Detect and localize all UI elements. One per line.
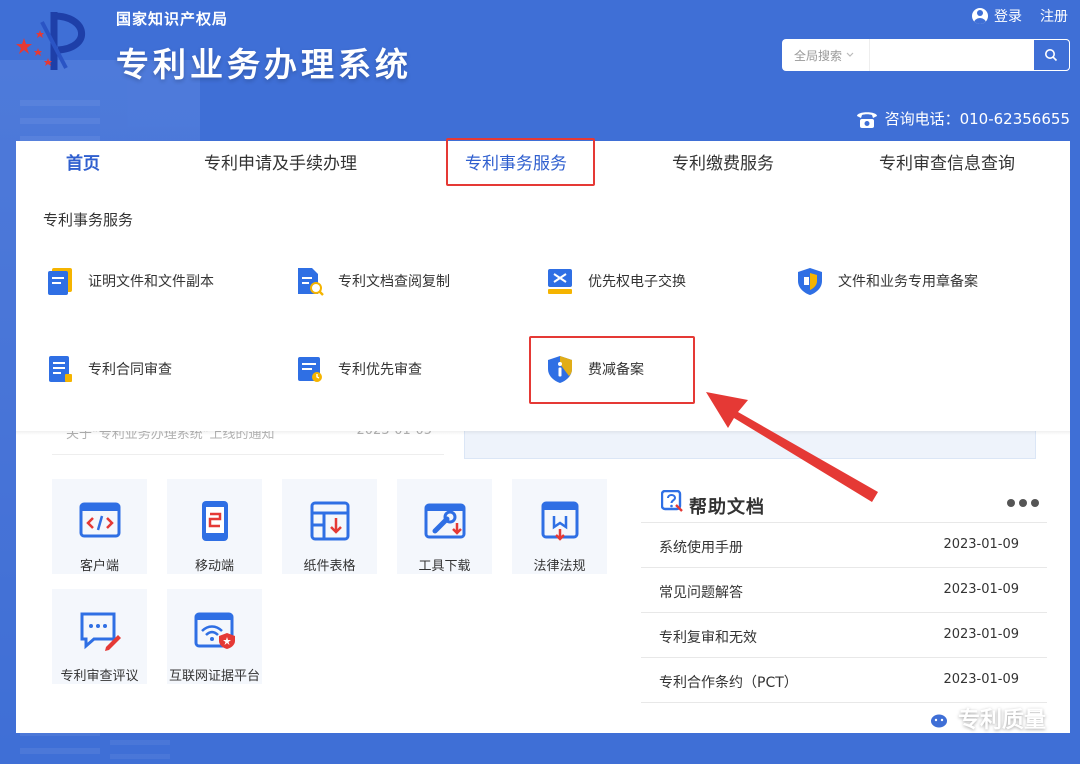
law-book-icon <box>541 501 578 541</box>
global-search: 全局搜索 <box>782 39 1070 71</box>
user-icon <box>972 8 988 24</box>
hotline: 咨询电话：010-62356655 <box>855 108 1070 129</box>
search-scope-select[interactable]: 全局搜索 <box>782 39 869 71</box>
help-row[interactable]: 专利复审和无效 2023-01-09 <box>641 613 1047 658</box>
tile-label: 专利审查评议 <box>60 669 139 684</box>
tile-review-feedback[interactable]: 专利审查评议 <box>52 589 147 684</box>
search-icon <box>1045 49 1058 62</box>
watermark-text: 专利质量 <box>957 708 1046 733</box>
tile-label: 纸件表格 <box>303 559 356 574</box>
help-docs-panel: 帮助文档 系统使用手册 2023-01-09 常见问题解答 2023-01-09… <box>641 479 1047 703</box>
help-title: 帮助文档 <box>689 497 765 518</box>
svc-label: 专利文档查阅复制 <box>338 274 450 290</box>
tile-tools-download[interactable]: 工具下载 <box>397 479 492 574</box>
service-dropdown: 首页 专利申请及手续办理 专利事务服务 专利缴费服务 专利审查信息查询 专利事务… <box>16 138 1070 431</box>
help-row-title: 专利合作条约（PCT） <box>659 675 798 691</box>
help-row-title: 常见问题解答 <box>659 585 743 601</box>
tile-label: 工具下载 <box>418 559 471 574</box>
svc-label: 优先权电子交换 <box>588 274 686 290</box>
svc-label: 文件和业务专用章备案 <box>838 274 978 290</box>
tile-laws[interactable]: 法律法规 <box>512 479 607 574</box>
help-row[interactable]: 专利合作条约（PCT） 2023-01-09 <box>641 658 1047 703</box>
svc-label: 证明文件和文件副本 <box>88 274 214 290</box>
help-row-date: 2023-01-09 <box>943 627 1019 642</box>
svc-priority-review[interactable]: 专利优先审查 <box>296 354 422 384</box>
help-row[interactable]: 常见问题解答 2023-01-09 <box>641 568 1047 613</box>
help-row-title: 系统使用手册 <box>659 540 743 556</box>
highlight-box-fee-reduction <box>529 336 695 404</box>
help-row-title: 专利复审和无效 <box>659 630 757 646</box>
nav-patent-query[interactable]: 专利审查信息查询 <box>879 149 1015 174</box>
nav-home[interactable]: 首页 <box>66 149 100 174</box>
watermark: 专利质量 <box>917 702 1046 734</box>
doc-search-icon <box>298 268 324 296</box>
more-icon[interactable] <box>1007 499 1039 507</box>
seal-shield-icon <box>798 268 822 295</box>
contract-icon <box>49 356 72 382</box>
tile-label: 客户端 <box>79 559 119 574</box>
tile-label: 法律法规 <box>533 559 586 574</box>
search-button[interactable] <box>1032 39 1070 71</box>
search-scope-label: 全局搜索 <box>794 48 843 63</box>
help-doc-icon <box>661 490 683 512</box>
org-name: 国家知识产权局 <box>116 10 229 28</box>
search-input[interactable] <box>868 39 1033 71</box>
chevron-down-icon <box>846 52 854 57</box>
priority-review-icon <box>298 357 322 382</box>
nav-patent-application[interactable]: 专利申请及手续办理 <box>204 149 357 174</box>
main-nav: 首页 专利申请及手续办理 专利事务服务 专利缴费服务 专利审查信息查询 <box>16 138 1070 186</box>
login-link[interactable]: 登录 <box>972 6 1022 26</box>
svc-seal-filing[interactable]: 文件和业务专用章备案 <box>796 266 978 296</box>
svc-priority-exchange[interactable]: 优先权电子交换 <box>546 266 686 296</box>
help-row-date: 2023-01-09 <box>943 537 1019 552</box>
cnipa-logo <box>16 12 86 70</box>
svc-doc-review[interactable]: 专利文档查阅复制 <box>296 266 450 296</box>
wifi-shield-icon <box>194 612 235 649</box>
svc-contract-review[interactable]: 专利合同审查 <box>46 354 172 384</box>
help-row-date: 2023-01-09 <box>943 582 1019 597</box>
tile-paper-forms[interactable]: 纸件表格 <box>282 479 377 574</box>
code-window-icon <box>79 502 120 538</box>
table-download-icon <box>310 501 349 541</box>
hotline-text: 咨询电话：010-62356655 <box>884 110 1070 128</box>
mobile-icon <box>201 501 228 541</box>
register-link[interactable]: 注册 <box>1040 6 1068 26</box>
main-panel: 关于“专利业务办理系统”上线的通知 2023-01-05 首页 专利申请及手续办… <box>16 138 1070 733</box>
tile-client[interactable]: 客户端 <box>52 479 147 574</box>
top-links: 登录 注册 <box>972 6 1068 26</box>
help-row-date: 2023-01-09 <box>943 672 1019 687</box>
svc-certificate-docs[interactable]: 证明文件和文件副本 <box>46 266 214 296</box>
tile-label: 互联网证据平台 <box>168 669 260 684</box>
svc-label: 专利合同审查 <box>88 362 172 378</box>
certificate-doc-icon <box>48 268 72 295</box>
exchange-icon <box>548 269 572 294</box>
system-name: 专利业务办理系统 <box>116 45 412 84</box>
dropdown-title: 专利事务服务 <box>43 211 134 229</box>
tile-mobile[interactable]: 移动端 <box>167 479 262 574</box>
tile-evidence-platform[interactable]: 互联网证据平台 <box>167 589 262 684</box>
help-header: 帮助文档 <box>641 479 1047 523</box>
dropdown-shadow <box>16 431 1070 435</box>
tools-icon <box>424 503 465 539</box>
login-label: 登录 <box>994 9 1022 25</box>
chat-edit-icon <box>80 612 121 651</box>
tile-label: 移动端 <box>194 559 234 574</box>
highlight-box-nav <box>446 138 595 186</box>
phone-icon <box>856 111 877 128</box>
svc-label: 专利优先审查 <box>338 362 422 378</box>
help-row[interactable]: 系统使用手册 2023-01-09 <box>641 523 1047 568</box>
nav-patent-fees[interactable]: 专利缴费服务 <box>672 149 774 174</box>
wechat-icon <box>917 705 949 730</box>
